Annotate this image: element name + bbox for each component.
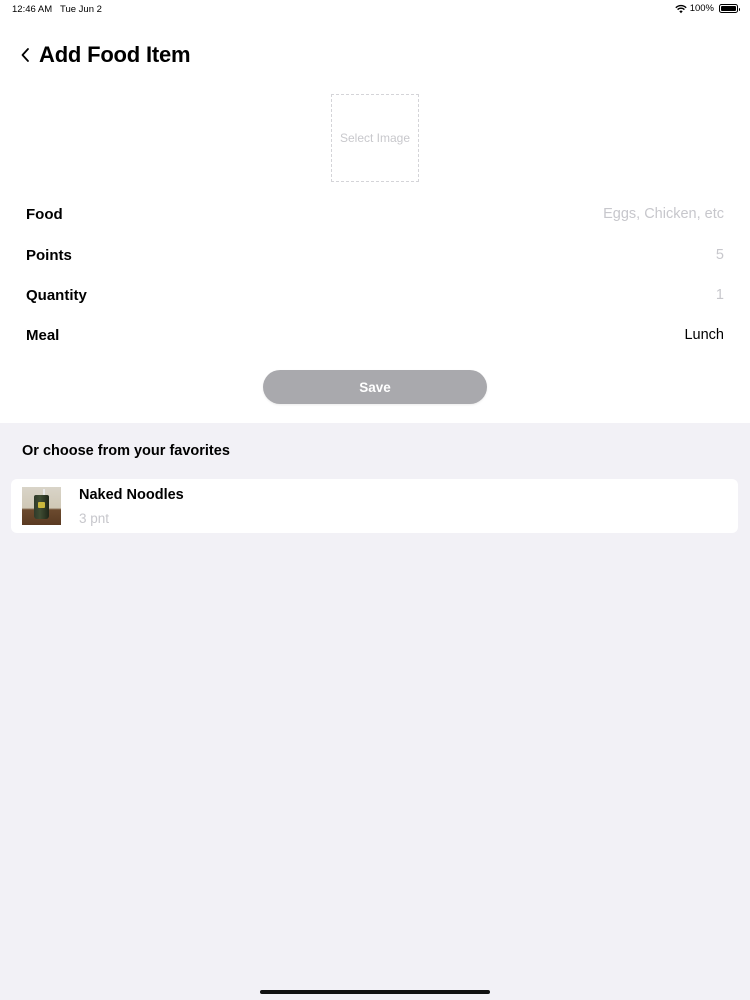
food-row: Food — [0, 197, 750, 231]
quantity-row: Quantity — [0, 278, 750, 312]
navigation-bar: Add Food Item — [0, 35, 750, 75]
back-button[interactable] — [14, 41, 36, 69]
home-indicator — [260, 990, 490, 994]
battery-icon — [719, 4, 740, 13]
favorite-item[interactable]: Naked Noodles 3 pnt — [11, 479, 738, 533]
food-input[interactable] — [424, 200, 724, 228]
status-bar: 12:46 AM Tue Jun 2 100% — [0, 0, 750, 18]
status-indicators: 100% — [674, 3, 740, 14]
favorite-item-points: 3 pnt — [79, 511, 110, 526]
meal-picker[interactable]: Lunch — [684, 327, 724, 343]
save-button[interactable]: Save — [263, 370, 487, 404]
quantity-label: Quantity — [26, 287, 87, 304]
battery-level — [721, 6, 736, 11]
meal-row: Meal Lunch — [0, 318, 750, 352]
chevron-left-icon — [21, 48, 29, 62]
status-date: Tue Jun 2 — [60, 4, 102, 15]
food-thumbnail — [22, 487, 61, 525]
battery-percentage: 100% — [689, 3, 714, 14]
meal-label: Meal — [26, 327, 60, 344]
points-label: Points — [26, 247, 72, 264]
favorites-section-title: Or choose from your favorites — [22, 443, 230, 459]
page-title: Add Food Item — [39, 42, 191, 67]
select-image-label: Select Image — [339, 131, 411, 145]
food-label: Food — [26, 206, 63, 223]
noodle-cup-shape — [34, 495, 49, 519]
wifi-icon — [674, 4, 687, 13]
status-time: 12:46 AM — [12, 4, 53, 15]
quantity-input[interactable] — [424, 281, 724, 309]
favorite-item-name: Naked Noodles — [79, 487, 184, 503]
points-row: Points — [0, 238, 750, 272]
select-image-button[interactable]: Select Image — [331, 94, 419, 182]
points-input[interactable] — [424, 241, 724, 269]
